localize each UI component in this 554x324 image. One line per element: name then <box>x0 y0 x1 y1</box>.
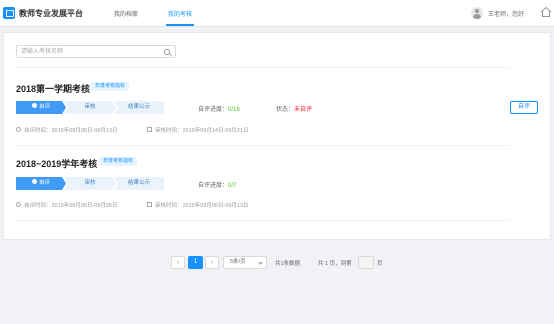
clock-icon <box>16 202 21 208</box>
search-input[interactable] <box>21 47 161 57</box>
step-result-publicity: 结果公示 <box>114 177 164 190</box>
page-unit-label: 页 <box>377 261 383 267</box>
step-active-dot-icon <box>31 103 37 109</box>
assessment-tag: 年度考核指标 <box>99 157 138 166</box>
divider <box>16 220 510 221</box>
home-icon[interactable] <box>540 6 552 18</box>
self-eval-time: 自评时间：2019年09月05日-09月13日 <box>16 126 118 134</box>
step-bar: 自评 审核 结果公示 <box>16 101 164 114</box>
tab-my-archive[interactable]: 我的档案 <box>114 9 138 18</box>
logo-icon <box>3 7 15 19</box>
calendar-icon <box>147 202 152 208</box>
assessment-status: 状态：未自评 <box>276 107 313 113</box>
tab-my-assessment[interactable]: 我的考核 <box>168 9 192 18</box>
review-time: 审核时间：2019年09月14日-09月21日 <box>147 126 249 134</box>
page-size-select[interactable]: 5条/页 <box>223 256 267 269</box>
step-review: 审核 <box>64 177 116 190</box>
self-eval-time: 自评时间：2019年09月05日-09月05日 <box>16 201 118 209</box>
self-eval-progress: 自评进度：0/7 <box>198 183 237 189</box>
calendar-icon <box>147 127 152 133</box>
self-evaluate-button[interactable]: 自评 <box>510 101 538 114</box>
search-box[interactable] <box>16 45 176 58</box>
prev-page-button[interactable]: ‹ <box>171 256 185 269</box>
review-time: 审核时间：2019年09月06日-09月13日 <box>147 201 249 209</box>
search-icon[interactable] <box>164 49 170 55</box>
self-eval-progress: 自评进度：0/16 <box>198 107 240 113</box>
step-review: 审核 <box>64 101 116 114</box>
user-greeting[interactable]: 王老师，您好 <box>488 9 524 18</box>
divider <box>16 145 510 146</box>
step-result-publicity: 结果公示 <box>114 101 164 114</box>
avatar[interactable] <box>471 7 483 19</box>
page-jump-input[interactable] <box>358 256 374 269</box>
assessment-title: 2018~2019学年考核 <box>16 159 98 169</box>
total-count: 共1条数据 <box>275 261 301 267</box>
page-jump-label: 共 1 页，到第 <box>318 261 352 267</box>
chevron-down-icon <box>258 260 263 265</box>
clock-icon <box>16 127 21 133</box>
divider <box>16 67 510 68</box>
top-header: 教师专业发展平台 我的档案 我的考核 王老师，您好 <box>0 0 554 27</box>
assessment-title: 2018第一学期考核 <box>16 84 91 94</box>
step-bar: 自评 审核 结果公示 <box>16 177 164 190</box>
app-title: 教师专业发展平台 <box>19 9 83 18</box>
active-tab-indicator <box>166 24 194 26</box>
next-page-button[interactable]: › <box>205 256 219 269</box>
step-self-evaluation: 自评 <box>16 177 66 190</box>
assessment-tag: 年度考核指标 <box>91 82 130 91</box>
step-self-evaluation: 自评 <box>16 101 66 114</box>
step-active-dot-icon <box>31 179 37 185</box>
page-1-button[interactable]: 1 <box>188 256 203 269</box>
